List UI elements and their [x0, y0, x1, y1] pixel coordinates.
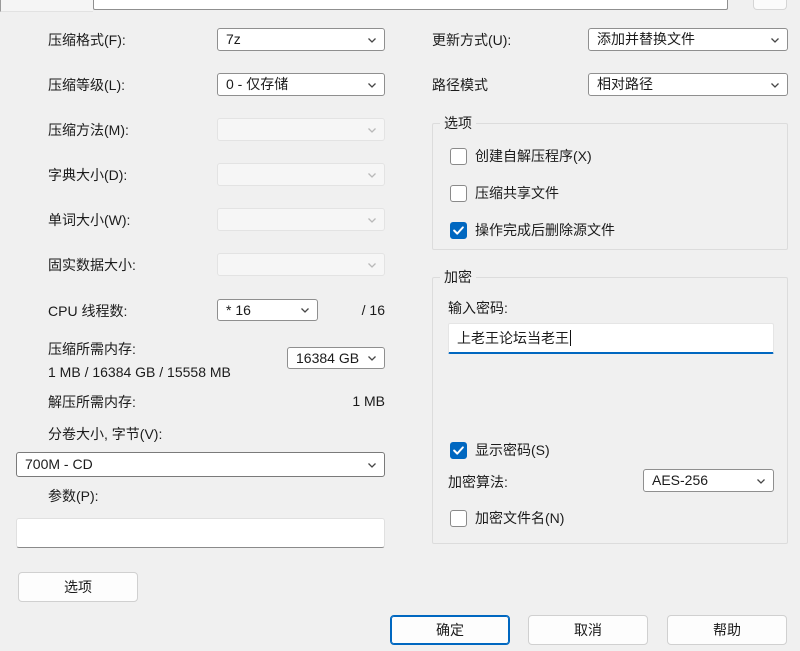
chevron-down-icon — [366, 259, 378, 271]
encryption-group — [432, 277, 788, 544]
volume-split-label: 分卷大小, 字节(V): — [48, 425, 162, 443]
help-button[interactable]: 帮助 — [667, 615, 787, 645]
method-combobox — [217, 118, 385, 141]
update-mode-label: 更新方式(U): — [432, 31, 511, 49]
cpu-threads-combobox[interactable]: * 16 — [217, 299, 318, 321]
create-sfx-checkbox-row[interactable]: 创建自解压程序(X) — [450, 147, 592, 165]
help-button-label: 帮助 — [713, 620, 741, 640]
checkbox-icon[interactable] — [450, 185, 467, 202]
chevron-down-icon — [366, 34, 378, 46]
delete-after-checkbox-row[interactable]: 操作完成后删除源文件 — [450, 221, 615, 239]
show-password-label: 显示密码(S) — [475, 440, 550, 460]
delete-after-label: 操作完成后删除源文件 — [475, 220, 615, 240]
password-input[interactable]: 上老王论坛当老王 — [448, 323, 774, 354]
archive-name-combobox-fragment[interactable] — [93, 0, 728, 10]
checkbox-icon[interactable] — [450, 510, 467, 527]
chevron-down-icon — [755, 475, 767, 487]
word-size-label: 单词大小(W): — [48, 211, 130, 229]
chevron-down-icon — [366, 214, 378, 226]
create-sfx-label: 创建自解压程序(X) — [475, 146, 592, 166]
memory-decompress-value: 1 MB — [300, 393, 385, 409]
memory-compress-label: 压缩所需内存: — [48, 340, 136, 358]
memory-decompress-label: 解压所需内存: — [48, 393, 136, 411]
ok-button-label: 确定 — [436, 620, 464, 640]
check-icon — [451, 223, 466, 238]
solid-block-label: 固实数据大小: — [48, 256, 136, 274]
encrypt-names-label: 加密文件名(N) — [475, 508, 564, 528]
path-mode-combobox[interactable]: 相对路径 — [588, 73, 788, 96]
format-value: 7z — [226, 29, 360, 50]
dictionary-combobox — [217, 163, 385, 186]
password-value: 上老王论坛当老王 — [457, 328, 569, 348]
path-mode-value: 相对路径 — [597, 74, 763, 95]
encrypt-names-checkbox-row[interactable]: 加密文件名(N) — [450, 509, 564, 527]
update-mode-combobox[interactable]: 添加并替换文件 — [588, 28, 788, 51]
dictionary-label: 字典大小(D): — [48, 166, 127, 184]
cpu-threads-total: / 16 — [340, 302, 385, 318]
level-label: 压缩等级(L): — [48, 76, 125, 94]
shared-files-label: 压缩共享文件 — [475, 183, 559, 203]
ok-button[interactable]: 确定 — [390, 615, 510, 645]
options-button[interactable]: 选项 — [18, 572, 138, 602]
cpu-threads-label: CPU 线程数: — [48, 302, 127, 320]
path-mode-label: 路径模式 — [432, 76, 488, 94]
memory-compress-combobox[interactable]: 16384 GB — [287, 347, 385, 369]
options-group-title: 选项 — [440, 114, 476, 132]
chevron-down-icon — [366, 124, 378, 136]
text-caret — [570, 330, 571, 346]
shared-files-checkbox-row[interactable]: 压缩共享文件 — [450, 184, 559, 202]
update-mode-value: 添加并替换文件 — [597, 29, 763, 50]
chevron-down-icon — [366, 79, 378, 91]
chevron-down-icon — [299, 304, 311, 316]
memory-compress-detail: 1 MB / 16384 GB / 15558 MB — [48, 363, 231, 381]
top-tab-fragment — [0, 0, 93, 12]
method-label: 压缩方法(M): — [48, 121, 129, 139]
chevron-down-icon — [366, 169, 378, 181]
encryption-method-combobox[interactable]: AES-256 — [643, 469, 774, 492]
word-size-combobox — [217, 208, 385, 231]
check-icon — [451, 443, 466, 458]
options-button-label: 选项 — [64, 577, 92, 597]
parameters-input[interactable] — [16, 518, 385, 548]
chevron-down-icon — [366, 352, 378, 364]
level-combobox[interactable]: 0 - 仅存储 — [217, 73, 385, 96]
memory-compress-value: 16384 GB — [296, 348, 360, 369]
browse-button-fragment[interactable] — [753, 0, 787, 10]
show-password-checkbox-row[interactable]: 显示密码(S) — [450, 441, 550, 459]
password-label: 输入密码: — [448, 299, 508, 317]
level-value: 0 - 仅存储 — [226, 74, 360, 95]
encryption-method-label: 加密算法: — [448, 473, 508, 491]
cancel-button-label: 取消 — [574, 620, 602, 640]
chevron-down-icon — [366, 459, 378, 471]
encryption-method-value: AES-256 — [652, 470, 749, 491]
chevron-down-icon — [769, 79, 781, 91]
parameters-label: 参数(P): — [48, 487, 99, 505]
cancel-button[interactable]: 取消 — [528, 615, 648, 645]
volume-split-value: 700M - CD — [25, 454, 360, 475]
solid-block-combobox — [217, 253, 385, 276]
format-combobox[interactable]: 7z — [217, 28, 385, 51]
format-label: 压缩格式(F): — [48, 31, 126, 49]
checkbox-icon[interactable] — [450, 222, 467, 239]
volume-split-combobox[interactable]: 700M - CD — [16, 452, 385, 477]
cpu-threads-value: * 16 — [226, 300, 293, 321]
checkbox-icon[interactable] — [450, 442, 467, 459]
chevron-down-icon — [769, 34, 781, 46]
checkbox-icon[interactable] — [450, 148, 467, 165]
add-to-archive-dialog: { "left": { "rows": [ {"label": "压缩格式(F)… — [0, 0, 800, 651]
encryption-group-title: 加密 — [440, 268, 476, 286]
